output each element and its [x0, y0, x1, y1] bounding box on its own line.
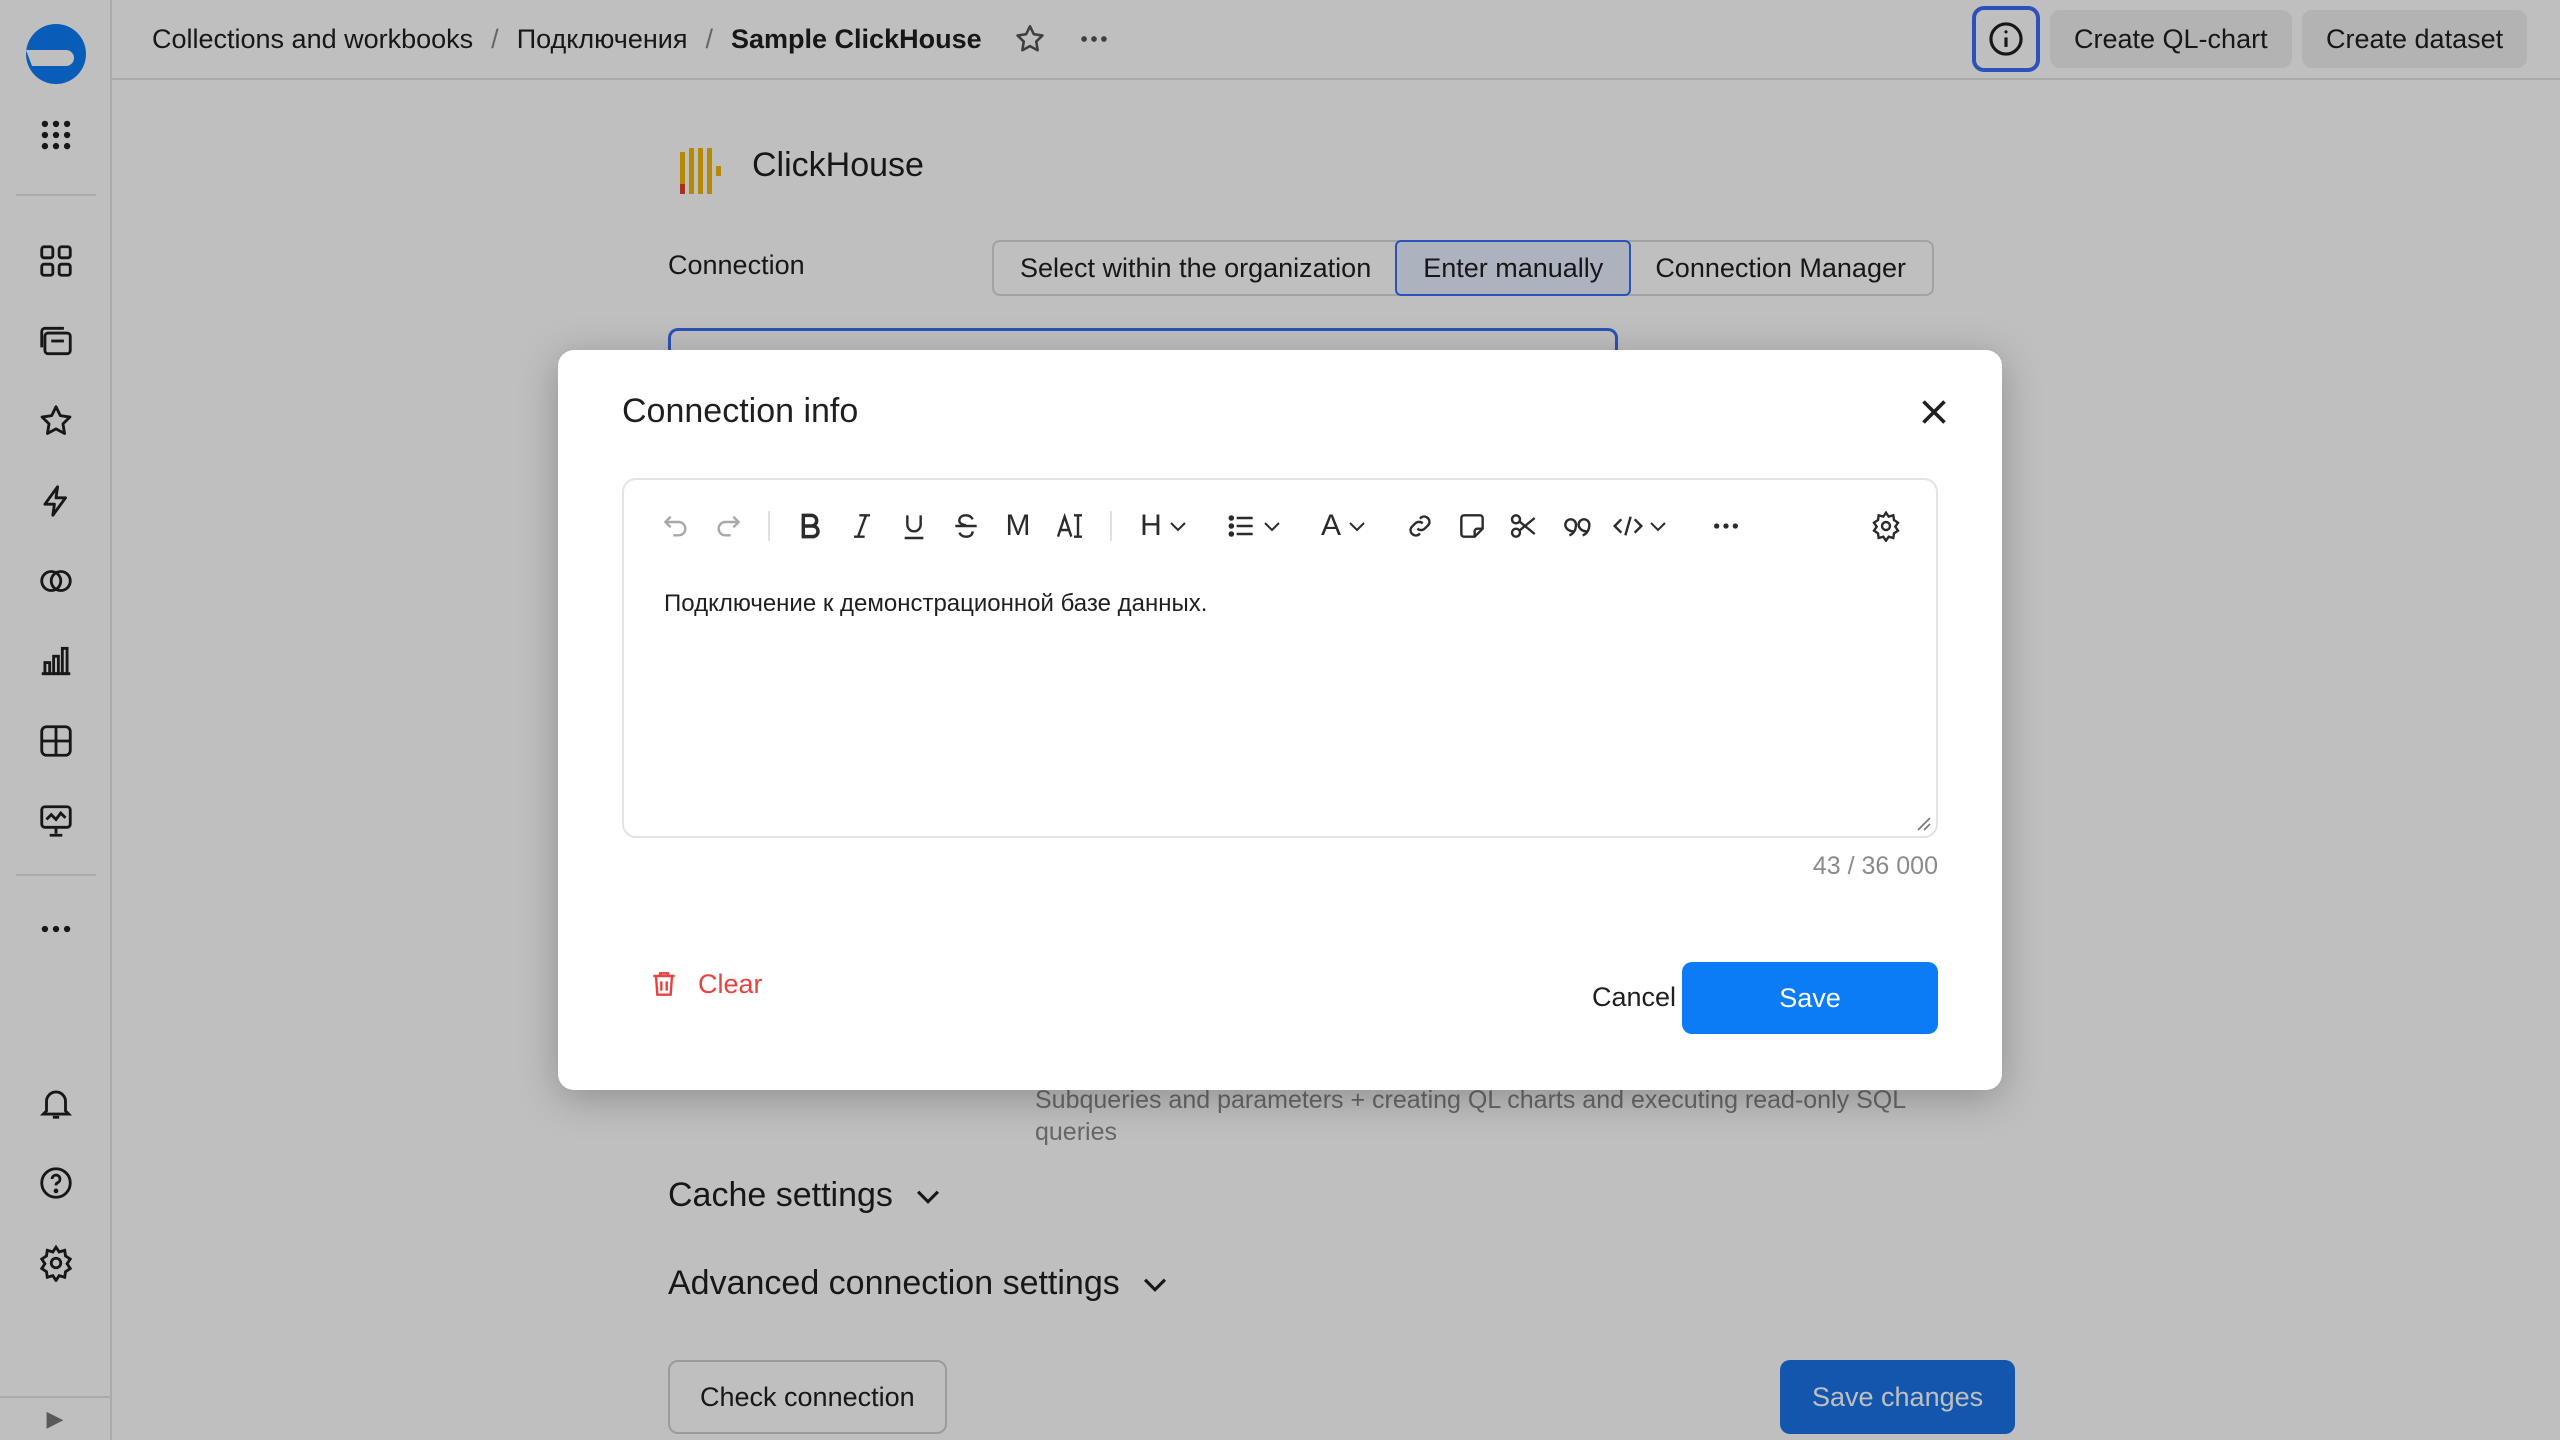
- heading-dropdown-icon[interactable]: H: [1126, 500, 1204, 552]
- strikethrough-icon[interactable]: [940, 500, 992, 552]
- toolbar-divider: [768, 511, 770, 541]
- bold-icon[interactable]: [784, 500, 836, 552]
- text-size-icon[interactable]: [1044, 500, 1096, 552]
- underline-icon[interactable]: [888, 500, 940, 552]
- toolbar-divider: [1110, 511, 1112, 541]
- app-window: ▶ Collections and workbooks / Подключени…: [0, 0, 2560, 1440]
- code-dropdown-icon[interactable]: [1602, 500, 1680, 552]
- quote-icon[interactable]: [1550, 500, 1602, 552]
- description-editor[interactable]: M H A Подключение к демонстрационной баз…: [622, 478, 1938, 838]
- clear-button[interactable]: Clear: [648, 968, 763, 1000]
- more-formatting-icon[interactable]: [1700, 500, 1752, 552]
- list-dropdown-icon[interactable]: [1216, 500, 1294, 552]
- monospace-icon[interactable]: M: [992, 500, 1044, 552]
- character-counter: 43 / 36 000: [1812, 852, 1938, 880]
- connection-info-dialog: Connection info M H A Подключение к демо…: [558, 350, 2002, 1090]
- note-icon[interactable]: [1446, 500, 1498, 552]
- redo-icon[interactable]: [702, 500, 754, 552]
- save-button[interactable]: Save: [1682, 962, 1938, 1034]
- editor-toolbar: M H A: [650, 500, 1912, 552]
- editor-content[interactable]: Подключение к демонстрационной базе данн…: [664, 590, 1207, 618]
- text-color-dropdown-icon[interactable]: A: [1306, 500, 1384, 552]
- italic-icon[interactable]: [836, 500, 888, 552]
- editor-settings-icon[interactable]: [1860, 500, 1912, 552]
- resize-handle-icon[interactable]: [1912, 812, 1932, 832]
- clear-label: Clear: [698, 968, 763, 999]
- close-icon[interactable]: [1914, 392, 1954, 432]
- link-icon[interactable]: [1394, 500, 1446, 552]
- undo-icon[interactable]: [650, 500, 702, 552]
- trash-icon: [653, 972, 675, 996]
- cut-icon[interactable]: [1498, 500, 1550, 552]
- dialog-title: Connection info: [622, 392, 859, 430]
